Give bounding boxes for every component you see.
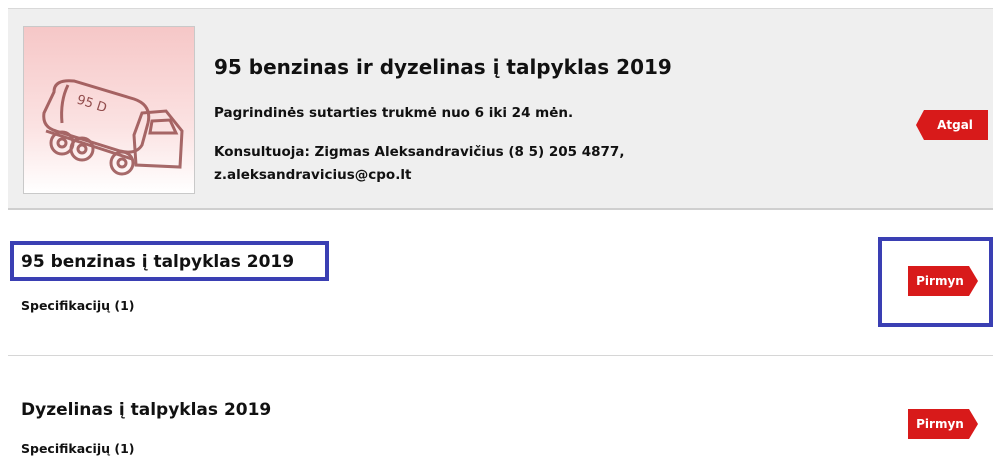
forward-button-2[interactable]: Pirmyn bbox=[908, 409, 978, 439]
divider bbox=[8, 355, 993, 356]
contract-duration: Pagrindinės sutarties trukmė nuo 6 iki 2… bbox=[214, 105, 574, 121]
highlight-box-title bbox=[10, 241, 329, 281]
back-button[interactable]: Atgal bbox=[916, 110, 988, 140]
tank-label: 95 D bbox=[75, 93, 109, 117]
page-title: 95 benzinas ir dyzelinas į talpyklas 201… bbox=[214, 55, 672, 79]
fuel-tanker-truck-icon: 95 D bbox=[23, 26, 195, 194]
item-spec-2[interactable]: Specifikacijų (1) bbox=[21, 441, 135, 456]
consultant-phone: Konsultuoja: Zigmas Aleksandravičius (8 … bbox=[214, 144, 625, 160]
highlight-box-button bbox=[878, 237, 993, 327]
item-title-2[interactable]: Dyzelinas į talpyklas 2019 bbox=[21, 400, 271, 420]
item-spec-1[interactable]: Specifikacijų (1) bbox=[21, 298, 135, 313]
contract-header: 95 D 95 benzinas ir dyzelinas į talpykla… bbox=[8, 8, 993, 210]
consultant-email: z.aleksandravicius@cpo.lt bbox=[214, 167, 412, 183]
consultant-info: Konsultuoja: Zigmas Aleksandravičius (8 … bbox=[214, 141, 774, 187]
